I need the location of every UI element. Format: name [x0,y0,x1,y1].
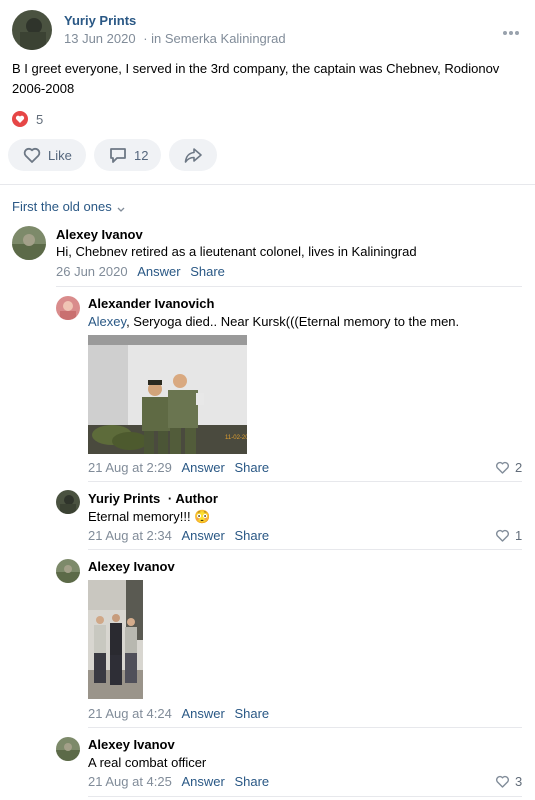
answer-button[interactable]: Answer [137,264,180,279]
mention-link[interactable]: Alexey [88,314,126,329]
comment-meta: 21 Aug at 4:25 Answer Share [88,774,269,789]
like-button[interactable]: Like [8,139,86,171]
post-meta: 13 Jun 2020 · in Semerka Kaliningrad [64,31,286,46]
comment-header: Yuriy Prints · Author [88,491,218,506]
like-label: Like [48,147,72,163]
heart-outline-icon [495,460,510,475]
sort-label: First the old ones [12,199,112,214]
comment-author[interactable]: Alexey Ivanov [88,559,175,574]
comment-date[interactable]: 21 Aug at 4:24 [88,706,172,721]
comment-author[interactable]: Yuriy Prints [88,491,160,506]
comment-meta: 26 Jun 2020 Answer Share [56,264,225,279]
avatar[interactable] [56,490,80,514]
avatar[interactable] [56,296,80,320]
comment-date[interactable]: 21 Aug at 2:29 [88,460,172,475]
post-location-prefix: · in [143,31,162,46]
comment-like-button[interactable]: 3 [495,774,522,789]
heart-reaction-icon [12,111,28,127]
post-location[interactable]: Semerka Kaliningrad [165,31,286,46]
attached-photo[interactable] [88,580,143,699]
share-button[interactable] [169,139,217,171]
comment-date[interactable]: 26 Jun 2020 [56,264,128,279]
comment-icon [108,145,128,165]
comment-date[interactable]: 21 Aug at 2:34 [88,528,172,543]
reactions-summary[interactable]: 5 [12,111,43,127]
comment-date[interactable]: 21 Aug at 4:25 [88,774,172,789]
answer-button[interactable]: Answer [181,528,224,543]
comment-meta: 21 Aug at 2:29 Answer Share [88,460,269,475]
attached-photo[interactable]: 11-02-2006 [88,335,256,454]
comment-author[interactable]: Alexey Ivanov [56,227,143,242]
avatar[interactable] [12,226,46,260]
comment-divider [88,549,522,550]
heart-outline-icon [495,774,510,789]
comment-likes-count: 3 [515,774,523,789]
post-date[interactable]: 13 Jun 2020 [64,31,136,46]
comment-like-button[interactable]: 1 [495,528,522,543]
comment-meta: 21 Aug at 4:24 Answer Share [88,706,269,721]
comment-divider [88,481,522,482]
comments-count: 12 [134,147,149,163]
share-comment-button[interactable]: Share [234,460,269,475]
share-arrow-icon [183,145,203,165]
comment-author[interactable]: Alexander Ivanovich [88,296,214,311]
comments-button[interactable]: 12 [94,139,161,171]
avatar[interactable] [56,737,80,761]
answer-button[interactable]: Answer [181,706,224,721]
comment-text: A real combat officer [88,755,207,770]
comment-meta: 21 Aug at 2:34 Answer Share [88,528,269,543]
answer-button[interactable]: Answer [181,774,224,789]
comment-like-button[interactable]: 2 [495,460,522,475]
post-author-avatar[interactable] [12,10,52,50]
comment-author[interactable]: Alexey Ivanov [88,737,175,752]
comment-likes-count: 2 [515,460,523,475]
comment-text: Eternal memory!!! 😳 [88,509,211,524]
post-text-line1: B I greet everyone, I served in the 3rd … [12,61,500,76]
share-comment-button[interactable]: Share [190,264,225,279]
comment-text: Hi, Chebnev retired as a lieutenant colo… [56,244,417,259]
heart-outline-icon [495,528,510,543]
more-dots-icon[interactable] [502,24,520,35]
share-comment-button[interactable]: Share [234,774,269,789]
comment-divider [88,796,522,797]
post-author-name[interactable]: Yuriy Prints [64,13,136,28]
post-text-line2: 2006-2008 [12,81,75,96]
comment-text: Alexey, Seryoga died.. Near Kursk(((Eter… [88,313,459,331]
answer-button[interactable]: Answer [181,460,224,475]
comment-divider [56,286,522,287]
reactions-count: 5 [36,111,44,127]
share-comment-button[interactable]: Share [234,528,269,543]
post-text: B I greet everyone, I served in the 3rd … [12,59,527,99]
comment-text-body: , Seryoga died.. Near Kursk(((Eternal me… [126,314,460,329]
chevron-down-icon [116,202,126,212]
comment-divider [88,727,522,728]
heart-outline-icon [22,145,42,165]
post-divider [0,184,535,185]
photo-date-stamp: 11-02-2006 [225,435,247,441]
share-comment-button[interactable]: Share [234,706,269,721]
author-badge: · Author [167,491,218,506]
comment-likes-count: 1 [515,528,523,543]
comments-sort-dropdown[interactable]: First the old ones [12,199,126,214]
avatar[interactable] [56,559,80,583]
